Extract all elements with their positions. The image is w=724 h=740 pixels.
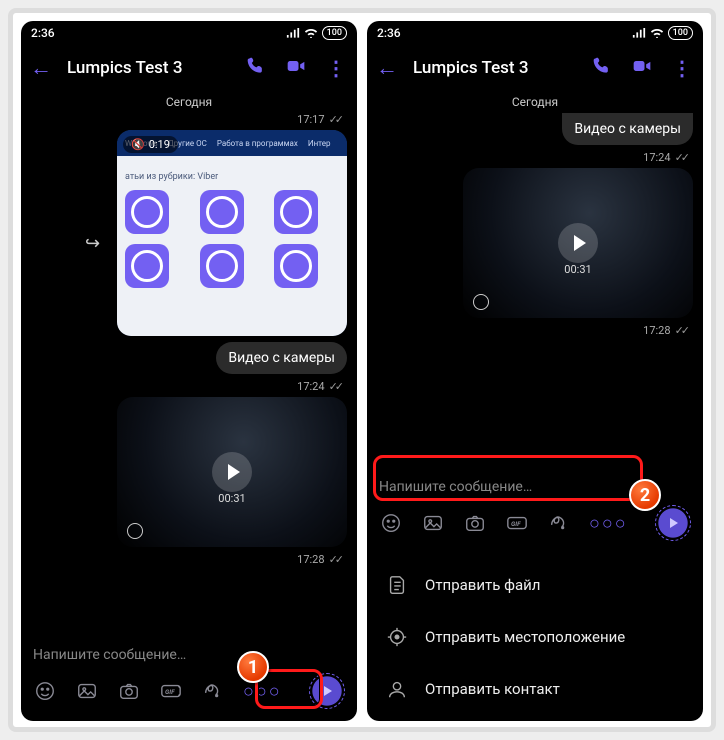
back-button[interactable]: ← bbox=[29, 55, 53, 81]
contact-icon bbox=[385, 677, 409, 701]
message-time: 17:28 bbox=[297, 553, 324, 566]
doodle-icon[interactable] bbox=[201, 679, 225, 703]
callout-badge-1: 1 bbox=[237, 651, 269, 683]
message-time: 17:24 bbox=[297, 380, 324, 393]
status-bar: 2:36 100 bbox=[21, 21, 357, 45]
read-checks-icon: ✓✓ bbox=[329, 113, 341, 126]
wifi-icon bbox=[650, 27, 664, 39]
phone-screen-left: 2:36 100 ← Lumpics Test 3 ⋮ bbox=[21, 21, 357, 721]
battery-indicator: 100 bbox=[668, 26, 693, 40]
send-contact-option[interactable]: Отправить контакт bbox=[367, 663, 703, 715]
send-file-option[interactable]: Отправить файл bbox=[367, 559, 703, 611]
mute-icon: 🔇 bbox=[131, 138, 145, 151]
chat-title[interactable]: Lumpics Test 3 bbox=[67, 58, 229, 78]
read-checks-icon: ✓✓ bbox=[329, 380, 341, 393]
timer-icon bbox=[473, 294, 489, 310]
viber-icon bbox=[125, 190, 169, 234]
video-message[interactable]: 00:31 bbox=[117, 397, 347, 547]
video-duration: 00:31 bbox=[463, 263, 693, 276]
gallery-icon[interactable] bbox=[75, 679, 99, 703]
message-input[interactable]: Напишите сообщение… bbox=[31, 643, 347, 671]
input-bar: Напишите сообщение… GIF ○○○ bbox=[21, 635, 357, 721]
forward-icon[interactable]: ↪ bbox=[85, 233, 100, 254]
signal-icon bbox=[632, 27, 646, 39]
gif-icon[interactable]: GIF bbox=[505, 511, 529, 535]
play-icon[interactable] bbox=[212, 452, 252, 492]
timer-icon bbox=[127, 523, 143, 539]
wifi-icon bbox=[304, 27, 318, 39]
read-checks-icon: ✓✓ bbox=[675, 324, 687, 337]
send-voice-button[interactable] bbox=[655, 505, 691, 541]
video-message[interactable]: 00:31 bbox=[463, 168, 693, 318]
location-icon bbox=[385, 625, 409, 649]
video-duration-badge: 🔇 0:19 bbox=[123, 136, 178, 153]
viber-icon bbox=[274, 244, 318, 288]
sticker-icon[interactable] bbox=[33, 679, 57, 703]
send-file-label: Отправить файл bbox=[425, 576, 540, 594]
viber-icon bbox=[125, 244, 169, 288]
chat-body: Сегодня Видео с камеры 17:24 ✓✓ 00:31 17… bbox=[367, 91, 703, 467]
date-chip: Сегодня bbox=[377, 91, 693, 113]
chat-body: Сегодня 17:17 ✓✓ ↪ 🔇 0:19 Windows bbox=[21, 91, 357, 635]
viber-icon bbox=[200, 190, 244, 234]
video-call-button[interactable] bbox=[283, 56, 309, 80]
chat-title[interactable]: Lumpics Test 3 bbox=[413, 58, 575, 78]
menu-button[interactable]: ⋮ bbox=[323, 56, 349, 80]
gif-icon[interactable]: GIF bbox=[159, 679, 183, 703]
read-checks-icon: ✓✓ bbox=[675, 151, 687, 164]
send-contact-label: Отправить контакт bbox=[425, 680, 560, 698]
text-message[interactable]: Видео с камеры bbox=[562, 113, 693, 145]
camera-icon[interactable] bbox=[463, 511, 487, 535]
svg-text:GIF: GIF bbox=[511, 520, 521, 528]
file-icon bbox=[385, 573, 409, 597]
menu-button[interactable]: ⋮ bbox=[669, 56, 695, 80]
voice-call-button[interactable] bbox=[243, 56, 269, 80]
more-button[interactable]: ○○○ bbox=[589, 513, 628, 534]
send-location-label: Отправить местоположение bbox=[425, 628, 625, 646]
date-chip: Сегодня bbox=[31, 91, 347, 113]
sticker-icon[interactable] bbox=[379, 511, 403, 535]
video-message[interactable]: 🔇 0:19 Windows Другие ОС Работа в програ… bbox=[117, 130, 347, 336]
gallery-icon[interactable] bbox=[421, 511, 445, 535]
input-bar: Напишите сообщение… GIF ○○○ bbox=[367, 467, 703, 553]
message-time: 17:24 bbox=[643, 151, 670, 164]
viber-icon bbox=[200, 244, 244, 288]
battery-indicator: 100 bbox=[322, 26, 347, 40]
send-location-option[interactable]: Отправить местоположение bbox=[367, 611, 703, 663]
chat-header: ← Lumpics Test 3 ⋮ bbox=[367, 45, 703, 91]
attachment-menu: Отправить файл Отправить местоположение … bbox=[367, 553, 703, 721]
status-bar: 2:36 100 bbox=[367, 21, 703, 45]
status-time: 2:36 bbox=[31, 26, 55, 40]
more-button[interactable]: ○○○ bbox=[243, 681, 282, 702]
send-voice-button[interactable] bbox=[309, 673, 345, 709]
video-call-button[interactable] bbox=[629, 56, 655, 80]
phone-screen-right: 2:36 100 ← Lumpics Test 3 ⋮ bbox=[367, 21, 703, 721]
status-time: 2:36 bbox=[377, 26, 401, 40]
voice-call-button[interactable] bbox=[589, 56, 615, 80]
message-time: 17:17 bbox=[297, 113, 324, 126]
video-duration: 00:31 bbox=[117, 492, 347, 505]
back-button[interactable]: ← bbox=[375, 55, 399, 81]
svg-text:GIF: GIF bbox=[165, 688, 175, 696]
play-icon[interactable] bbox=[558, 223, 598, 263]
doodle-icon[interactable] bbox=[547, 511, 571, 535]
signal-icon bbox=[286, 27, 300, 39]
text-message[interactable]: Видео с камеры bbox=[216, 342, 347, 374]
callout-badge-2: 2 bbox=[629, 479, 661, 511]
message-time: 17:28 bbox=[643, 324, 670, 337]
chat-header: ← Lumpics Test 3 ⋮ bbox=[21, 45, 357, 91]
viber-icon bbox=[274, 190, 318, 234]
camera-icon[interactable] bbox=[117, 679, 141, 703]
read-checks-icon: ✓✓ bbox=[329, 553, 341, 566]
